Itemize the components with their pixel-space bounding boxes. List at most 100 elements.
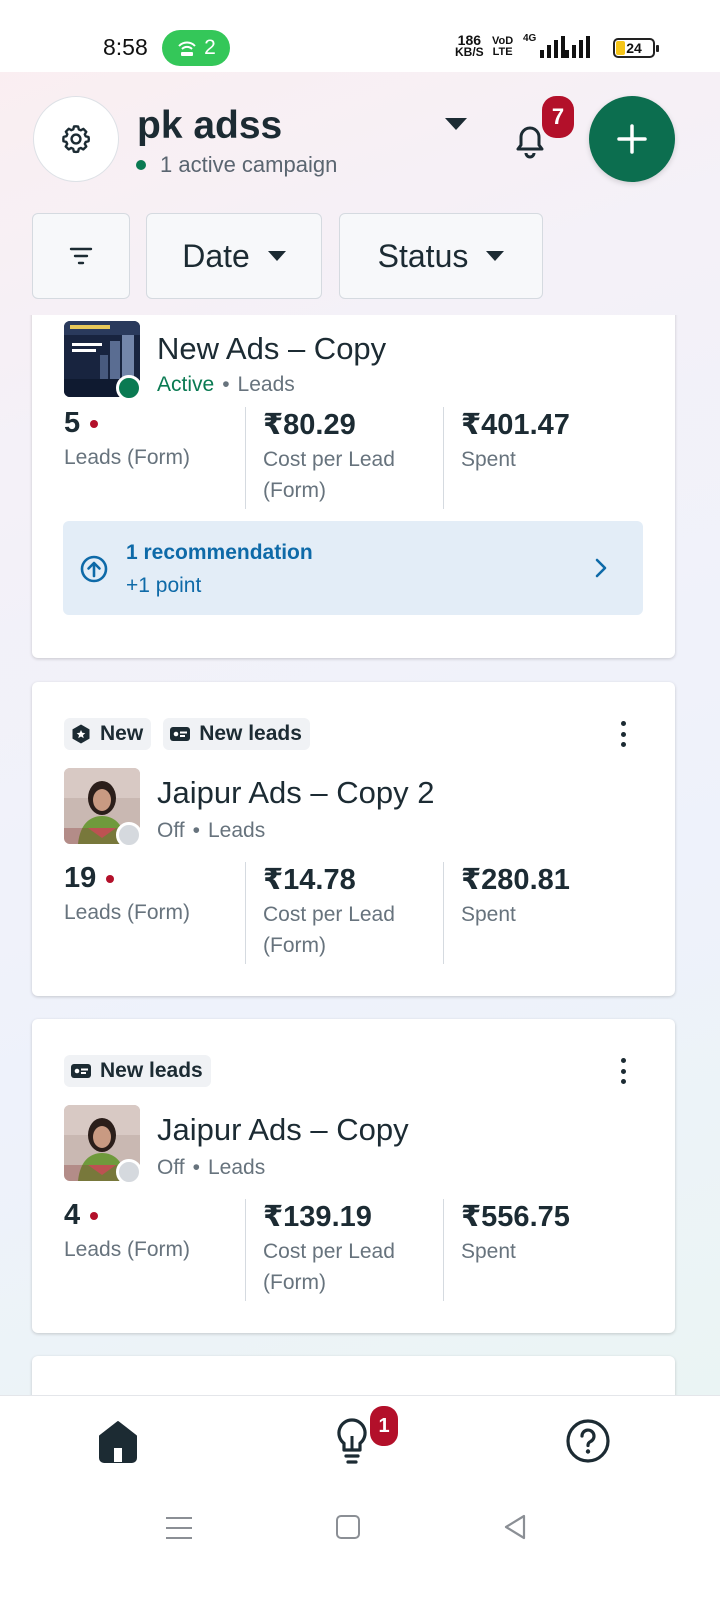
recommendation-points: +1 point <box>126 574 202 597</box>
campaign-card[interactable]: New New leads Jaipur Ads – Copy 2 Off • Le… <box>32 682 675 996</box>
gear-icon <box>62 125 90 154</box>
campaign-name[interactable]: New Ads – Copy <box>157 331 386 367</box>
more-options-button[interactable] <box>611 718 635 750</box>
campaign-objective: Leads <box>207 1156 266 1179</box>
campaign-card[interactable]: New leads Jaipur Ads – Copy Off • Leads 4 … <box>32 1019 675 1333</box>
campaign-card[interactable]: New Ads – Copy Active • Leads 5 Leads (For… <box>32 315 675 658</box>
separator: • <box>192 819 200 842</box>
more-options-button[interactable] <box>611 1055 635 1087</box>
recommendation-banner[interactable]: 1 recommendation +1 point <box>63 521 643 615</box>
tag-label: New <box>100 722 144 745</box>
recent-apps-icon[interactable] <box>166 1517 192 1539</box>
filter-button[interactable] <box>32 213 130 299</box>
campaign-status: Off <box>157 1156 185 1179</box>
create-campaign-button[interactable] <box>589 96 675 182</box>
status-indicator <box>116 1159 142 1185</box>
campaign-metrics: 5 Leads (Form) ₹80.29 Cost per Lead (Form… <box>64 407 644 509</box>
status-filter[interactable]: Status <box>339 213 543 299</box>
status-indicator <box>116 375 142 401</box>
results-label: Leads (Form) <box>64 901 191 924</box>
system-navigation <box>0 1495 720 1600</box>
lead-card-icon <box>71 1064 91 1078</box>
signal-icon-1 <box>540 36 565 58</box>
campaign-status-line: Off • Leads <box>157 1156 265 1180</box>
chevron-right-icon <box>595 558 607 578</box>
chevron-down-icon <box>486 251 505 261</box>
campaign-status: Active <box>157 373 215 396</box>
results-metric: 5 Leads (Form) <box>64 407 245 509</box>
bottom-navigation: 1 <box>0 1395 720 1495</box>
cost-metric: ₹14.78 Cost per Lead (Form) <box>245 862 443 964</box>
status-filter-label: Status <box>377 237 469 274</box>
tag-label: New leads <box>100 1059 203 1082</box>
home-icon[interactable] <box>96 1418 140 1464</box>
cost-value: ₹80.29 <box>263 409 356 441</box>
spent-metric: ₹401.47 Spent <box>443 407 643 509</box>
clock: 8:58 <box>103 34 148 60</box>
settings-button[interactable] <box>33 96 119 182</box>
cost-label: Cost per Lead <box>263 1240 395 1263</box>
date-filter[interactable]: Date <box>146 213 322 299</box>
tag-new-leads: New leads <box>64 1055 211 1087</box>
tag-new: New <box>64 718 152 750</box>
cost-value: ₹14.78 <box>263 864 356 896</box>
signal-icon-2 <box>565 36 590 58</box>
campaign-status-line: Off • Leads <box>157 819 265 843</box>
tag-label: New leads <box>199 722 302 745</box>
cost-label-form: (Form) <box>263 1271 326 1294</box>
network-speed: 186 KB/S <box>455 33 484 59</box>
campaign-metrics: 4 Leads (Form) ₹139.19 Cost per Lead (For… <box>64 1199 644 1301</box>
campaign-name[interactable]: Jaipur Ads – Copy <box>157 1112 409 1148</box>
status-bar: 8:58 2 186 KB/S VoD LTE 4G 24 <box>0 0 720 72</box>
results-value: 19 <box>64 862 97 894</box>
cost-value: ₹139.19 <box>263 1201 372 1233</box>
active-campaign-text: 1 active campaign <box>160 152 338 177</box>
speed-unit: KB/S <box>455 45 484 59</box>
help-icon[interactable] <box>565 1418 611 1464</box>
spent-value: ₹401.47 <box>461 409 570 441</box>
campaign-objective: Leads <box>207 819 266 842</box>
spent-label: Spent <box>461 903 516 926</box>
new-results-dot <box>106 874 115 883</box>
results-metric: 4 Leads (Form) <box>64 1199 245 1301</box>
status-indicator <box>116 822 142 848</box>
campaign-metrics: 19 Leads (Form) ₹14.78 Cost per Lead (For… <box>64 862 644 964</box>
cost-label: Cost per Lead <box>263 903 395 926</box>
cost-label: Cost per Lead <box>263 448 395 471</box>
account-dropdown-icon[interactable] <box>445 118 467 130</box>
account-name[interactable]: pk adss <box>137 104 282 148</box>
spent-label: Spent <box>461 1240 516 1263</box>
vol-bottom: LTE <box>492 46 513 58</box>
date-filter-label: Date <box>182 237 250 274</box>
spent-value: ₹556.75 <box>461 1201 570 1233</box>
active-campaign-status: 1 active campaign <box>136 152 337 178</box>
separator: • <box>222 373 230 396</box>
results-label: Leads (Form) <box>64 446 191 469</box>
hotspot-count: 2 <box>204 36 216 59</box>
ideas-badge: 1 <box>370 1406 398 1446</box>
tag-new-leads: New leads <box>163 718 310 750</box>
system-home-icon[interactable] <box>336 1515 360 1539</box>
spent-metric: ₹556.75 Spent <box>443 1199 643 1301</box>
results-label: Leads (Form) <box>64 1238 191 1261</box>
new-results-dot <box>90 419 99 428</box>
results-metric: 19 Leads (Form) <box>64 862 245 964</box>
recommendation-title: 1 recommendation <box>126 541 313 564</box>
campaign-status: Off <box>157 819 185 842</box>
results-value: 5 <box>64 407 81 439</box>
new-results-dot <box>90 1211 99 1220</box>
results-value: 4 <box>64 1199 81 1231</box>
back-icon[interactable] <box>502 1513 528 1541</box>
plus-icon <box>617 124 647 154</box>
campaign-tags: New leads <box>64 1055 211 1087</box>
filter-icon <box>69 247 93 265</box>
hexagon-icon <box>72 724 90 744</box>
cost-metric: ₹139.19 Cost per Lead (Form) <box>245 1199 443 1301</box>
lightbulb-icon[interactable] <box>332 1416 372 1466</box>
campaign-name[interactable]: Jaipur Ads – Copy 2 <box>157 775 434 811</box>
campaign-card[interactable] <box>32 1356 675 1395</box>
chevron-down-icon <box>267 251 286 261</box>
network-type: 4G <box>523 33 537 44</box>
campaign-list[interactable]: New Ads – Copy Active • Leads 5 Leads (For… <box>0 315 720 1395</box>
volte-indicator: VoD LTE <box>492 36 513 58</box>
